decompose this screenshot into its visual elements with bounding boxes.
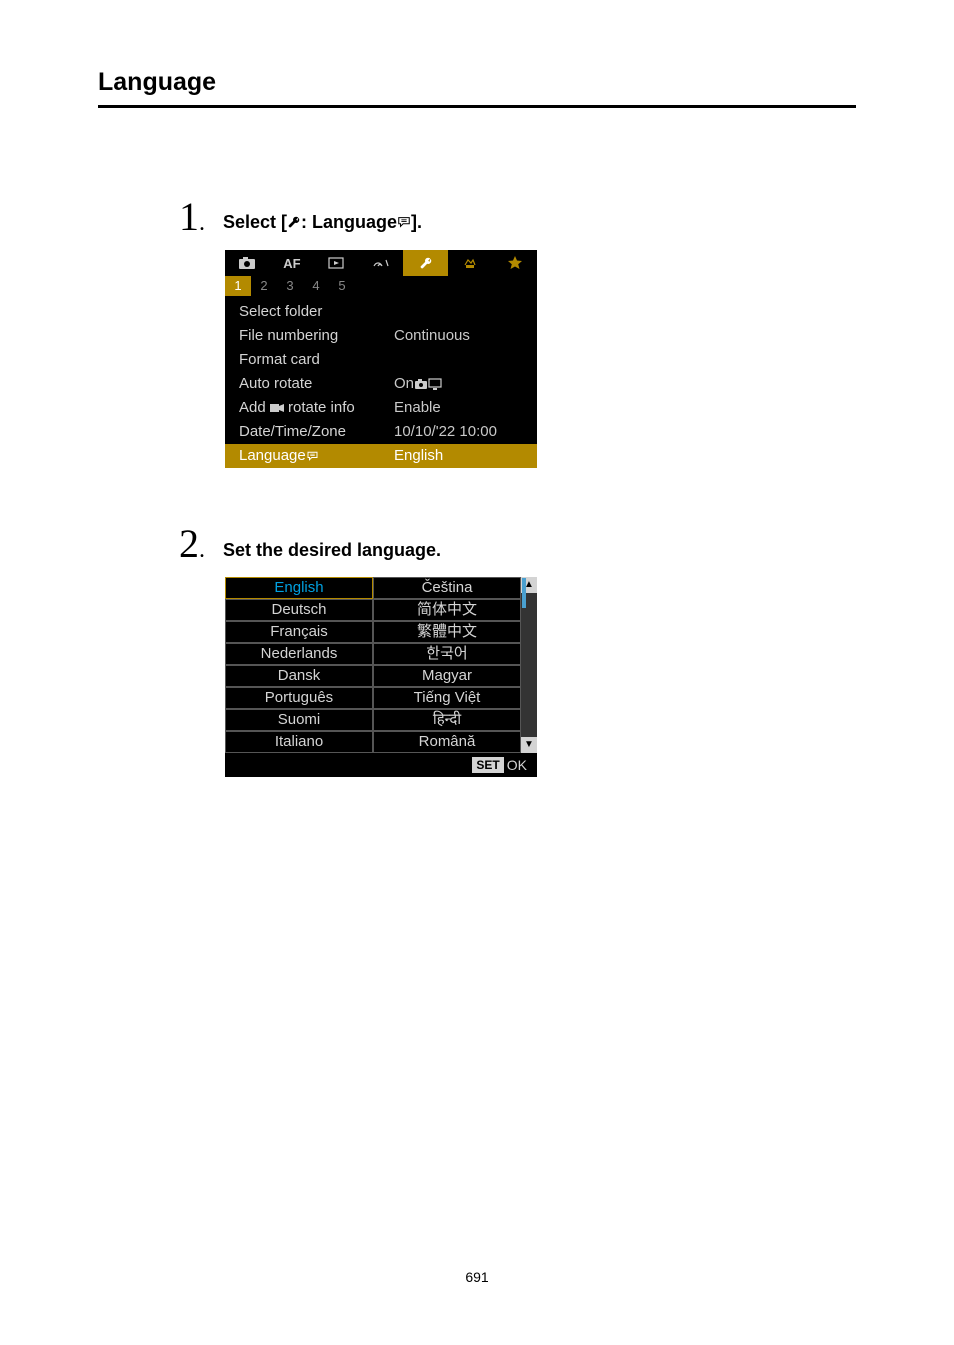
scroll-thumb[interactable]: [522, 578, 526, 608]
step-2-header: 2. Set the desired language.: [165, 520, 954, 567]
setup-tab-icon[interactable]: [403, 250, 448, 276]
scroll-down-icon[interactable]: ▼: [521, 737, 537, 753]
page-number: 691: [0, 1269, 954, 1285]
step-1-header: 1. Select [: Language].: [165, 193, 954, 240]
language-column-1: English Deutsch Français Nederlands Dans…: [225, 577, 373, 753]
menu-language[interactable]: Language English: [225, 444, 537, 468]
add-rotate-info-label: Add rotate info: [239, 398, 394, 418]
language-table: English Deutsch Français Nederlands Dans…: [225, 577, 537, 753]
ok-label: OK: [507, 757, 527, 773]
lang-cestina[interactable]: Čeština: [373, 577, 521, 599]
page-tab-3[interactable]: 3: [277, 276, 303, 296]
language-column-2: Čeština 简体中文 繁體中文 한국어 Magyar Tiếng Việt …: [373, 577, 521, 753]
lang-english[interactable]: English: [225, 577, 373, 599]
lang-francais[interactable]: Français: [225, 621, 373, 643]
favorites-tab-icon[interactable]: [492, 250, 537, 276]
speech-bubble-small-icon: [306, 450, 319, 462]
auto-rotate-value: On: [394, 374, 442, 394]
lang-hindi[interactable]: हिन्दी: [373, 709, 521, 731]
lang-suomi[interactable]: Suomi: [225, 709, 373, 731]
lang-deutsch[interactable]: Deutsch: [225, 599, 373, 621]
lang-portugues[interactable]: Português: [225, 687, 373, 709]
lang-magyar[interactable]: Magyar: [373, 665, 521, 687]
step-number-2: 2.: [165, 520, 205, 567]
lang-romana[interactable]: Română: [373, 731, 521, 753]
step-2-label: Set the desired language.: [223, 540, 441, 567]
step-1-label: Select [: Language].: [223, 212, 422, 240]
menu-select-folder[interactable]: Select folder: [225, 300, 537, 324]
custom-tab-icon[interactable]: [448, 250, 493, 276]
page-tab-4[interactable]: 4: [303, 276, 329, 296]
step-number-1: 1.: [165, 193, 205, 240]
scrollbar[interactable]: ▲ ▼: [521, 577, 537, 753]
wrench-icon: [287, 213, 301, 234]
menu-add-rotate-info[interactable]: Add rotate info Enable: [225, 396, 537, 420]
speech-bubble-icon: [397, 213, 411, 234]
page-tab-5[interactable]: 5: [329, 276, 355, 296]
menu-format-card[interactable]: Format card: [225, 348, 537, 372]
wireless-tab-icon[interactable]: [359, 250, 404, 276]
lang-dansk[interactable]: Dansk: [225, 665, 373, 687]
page-tab-2[interactable]: 2: [251, 276, 277, 296]
set-label: SET: [472, 757, 503, 773]
content: 1. Select [: Language]. AF 1 2 3 4 5 Sel…: [0, 108, 954, 777]
lang-korean[interactable]: 한국어: [373, 643, 521, 665]
af-tab-icon[interactable]: AF: [270, 250, 315, 276]
top-tabs: AF: [225, 250, 537, 276]
menu-auto-rotate[interactable]: Auto rotate On: [225, 372, 537, 396]
movie-small-icon: [270, 403, 284, 413]
menu-list: Select folder File numbering Continuous …: [225, 296, 537, 468]
playback-tab-icon[interactable]: [314, 250, 359, 276]
page-tab-1[interactable]: 1: [225, 276, 251, 296]
camera-menu-screenshot-1: AF 1 2 3 4 5 Select folder File numberin…: [225, 250, 537, 468]
language-menu-label: Language: [239, 446, 394, 466]
lang-chinese-simplified[interactable]: 简体中文: [373, 599, 521, 621]
lang-chinese-traditional[interactable]: 繁體中文: [373, 621, 521, 643]
lang-italiano[interactable]: Italiano: [225, 731, 373, 753]
camera-small-icon: [414, 378, 428, 390]
lang-nederlands[interactable]: Nederlands: [225, 643, 373, 665]
lang-tieng-viet[interactable]: Tiếng Việt: [373, 687, 521, 709]
camera-tab-icon[interactable]: [225, 250, 270, 276]
page-title: Language: [0, 0, 954, 105]
language-footer: SET OK: [225, 753, 537, 777]
menu-file-numbering[interactable]: File numbering Continuous: [225, 324, 537, 348]
menu-date-time-zone[interactable]: Date/Time/Zone 10/10/'22 10:00: [225, 420, 537, 444]
set-ok-button[interactable]: SET OK: [472, 757, 527, 773]
monitor-small-icon: [428, 378, 442, 390]
page-tabs: 1 2 3 4 5: [225, 276, 537, 296]
camera-menu-screenshot-2: English Deutsch Français Nederlands Dans…: [225, 577, 537, 777]
